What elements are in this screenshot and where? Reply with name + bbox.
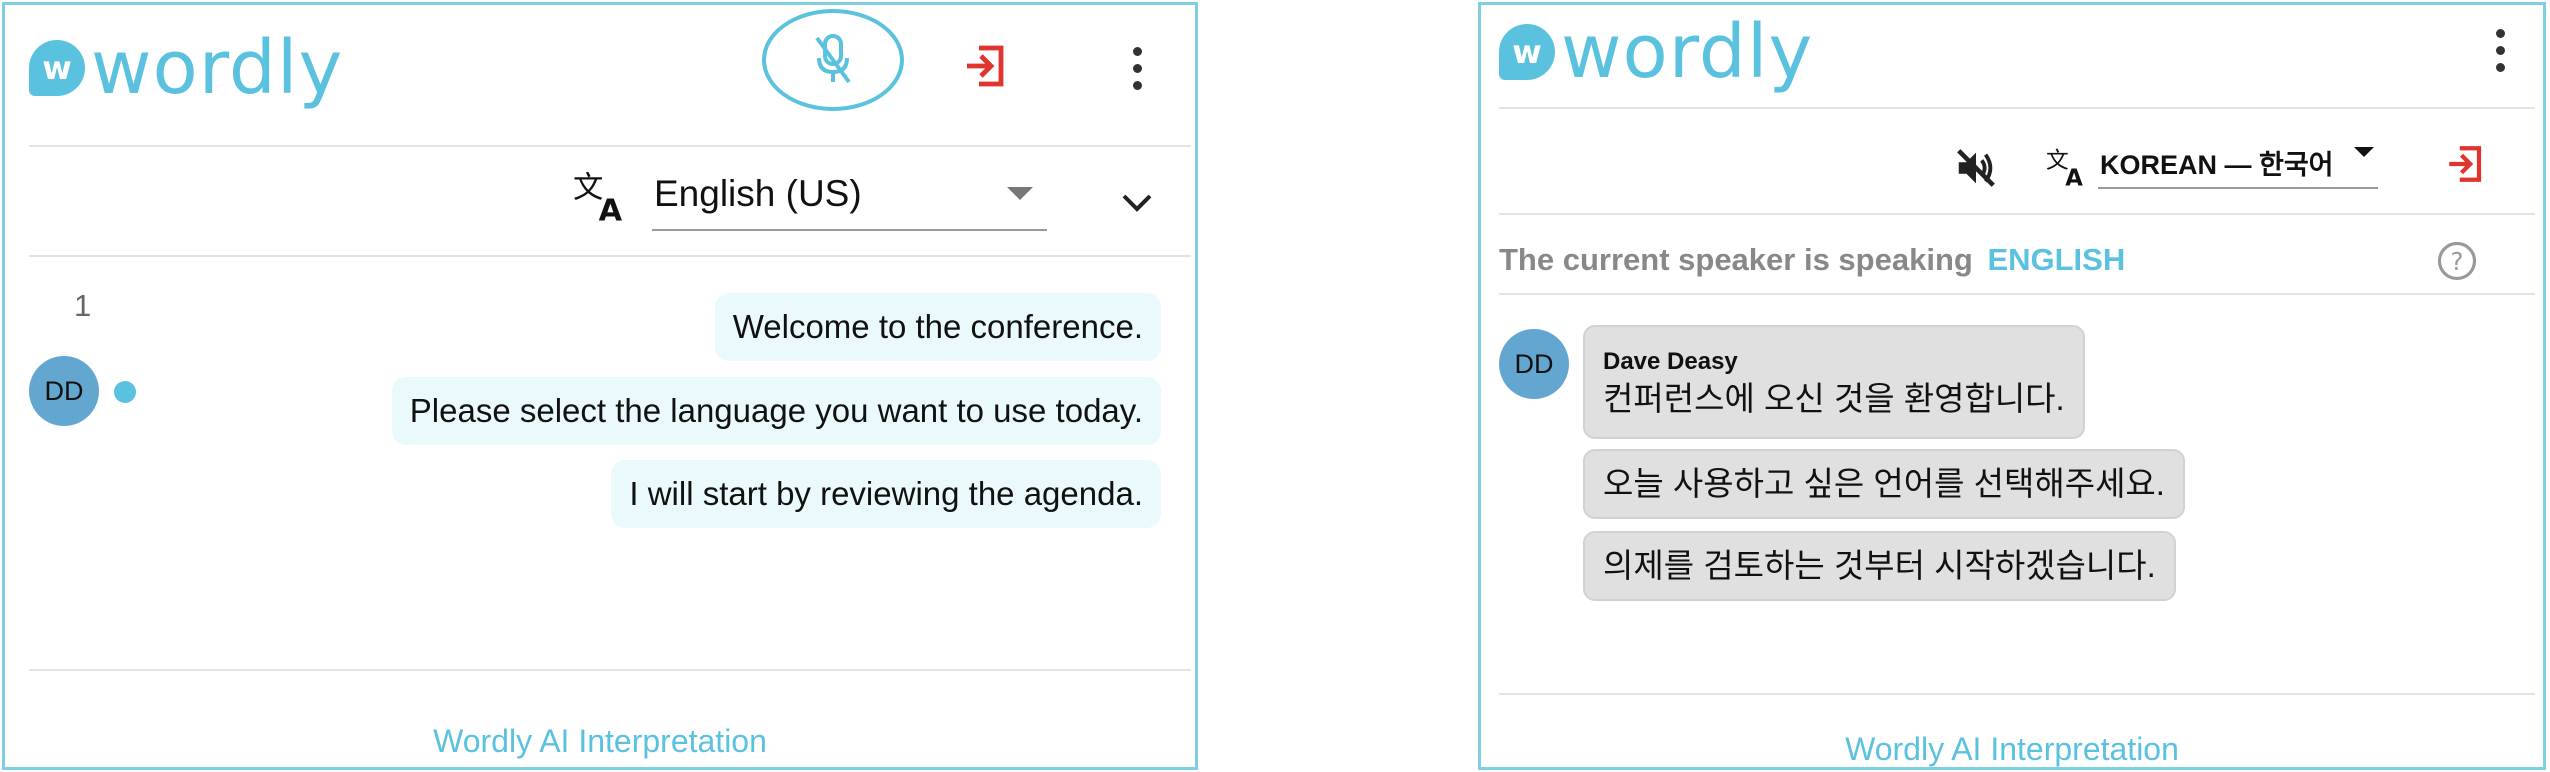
- message-bubble: 의제를 검토하는 것부터 시작하겠습니다.: [1583, 531, 2176, 601]
- kebab-menu-icon: [2495, 28, 2505, 38]
- translate-icon: 文 A: [573, 170, 623, 223]
- speaker-status: The current speaker is speaking ENGLISH: [1499, 242, 2125, 278]
- caret-down-icon: [1007, 187, 1033, 200]
- kebab-dot: [2495, 62, 2505, 72]
- speaker-status-text: The current speaker is speaking: [1499, 242, 1973, 277]
- message-bubble: 오늘 사용하고 싶은 언어를 선택해주세요.: [1583, 449, 2185, 519]
- exit-button[interactable]: [2442, 141, 2488, 187]
- svg-text:A: A: [599, 194, 623, 223]
- footer-link[interactable]: Wordly AI Interpretation: [1481, 731, 2543, 768]
- kebab-dot: [1132, 63, 1142, 73]
- language-select[interactable]: KOREAN — 한국어: [2098, 137, 2378, 189]
- exit-icon: [2449, 146, 2482, 182]
- help-icon: ?: [2437, 241, 2477, 281]
- toolbar-divider: [1499, 213, 2535, 215]
- kebab-dot: [1132, 80, 1142, 90]
- footer-divider: [1499, 693, 2535, 695]
- message-bubble: Please select the language you want to u…: [391, 377, 1161, 445]
- chevron-down-icon: [1122, 194, 1152, 212]
- caret-down-icon: [2354, 147, 2374, 157]
- speaker-name: Dave Deasy: [1603, 348, 1738, 375]
- svg-text:A: A: [2065, 165, 2083, 187]
- translate-icon-wrap: 文 A: [2045, 141, 2089, 191]
- svg-text:?: ?: [2450, 247, 2463, 276]
- logo-badge: w: [29, 40, 85, 96]
- speaker-language: ENGLISH: [1987, 242, 2126, 277]
- message-bubble: Welcome to the conference.: [714, 293, 1161, 361]
- message-bubble: Dave Deasy 컨퍼런스에 오신 것을 환영합니다.: [1583, 325, 2085, 439]
- mic-muted-icon: [815, 34, 851, 84]
- kebab-menu-icon: [1132, 46, 1142, 56]
- wordly-logo: w wordly: [1499, 15, 1813, 89]
- avatar: DD: [1499, 329, 1569, 399]
- speaker-panel: w wordly 文 A English (US) 1 DD Welcome t…: [2, 2, 1198, 770]
- translate-icon-wrap: 文 A: [571, 165, 631, 225]
- footer-divider: [29, 669, 1191, 671]
- header-divider: [1499, 107, 2535, 109]
- volume-muted-icon: [1957, 149, 1995, 187]
- language-select-value: KOREAN — 한국어: [2100, 150, 2334, 180]
- logo-badge: w: [1499, 24, 1555, 80]
- mic-toggle-button[interactable]: [762, 9, 904, 111]
- header-divider: [29, 145, 1191, 147]
- toolbar-divider: [29, 255, 1191, 257]
- status-divider: [1499, 293, 2535, 295]
- more-menu-button[interactable]: [1119, 33, 1155, 103]
- logo-text: wordly: [1561, 9, 1814, 95]
- footer-link[interactable]: Wordly AI Interpretation: [5, 723, 1195, 760]
- message-count: 1: [74, 288, 92, 323]
- more-menu-button[interactable]: [2482, 15, 2518, 85]
- collapse-button[interactable]: [1115, 185, 1159, 221]
- wordly-logo: w wordly: [29, 31, 343, 105]
- message-text: 컨퍼런스에 오신 것을 환영합니다.: [1603, 380, 2065, 417]
- language-select[interactable]: English (US): [652, 165, 1047, 231]
- exit-icon: [967, 45, 1004, 87]
- live-indicator: [114, 381, 136, 403]
- listener-panel: w wordly 文 A KOREAN — 한국어 The current sp…: [1478, 2, 2546, 770]
- avatar: DD: [29, 356, 99, 426]
- exit-button[interactable]: [960, 41, 1010, 91]
- logo-text: wordly: [91, 25, 344, 111]
- message-bubble: I will start by reviewing the agenda.: [611, 460, 1161, 528]
- volume-toggle-button[interactable]: [1951, 143, 2001, 193]
- language-select-value: English (US): [654, 173, 862, 214]
- help-button[interactable]: ?: [2435, 239, 2479, 283]
- kebab-dot: [2495, 45, 2505, 55]
- translate-icon: 文 A: [2046, 148, 2083, 187]
